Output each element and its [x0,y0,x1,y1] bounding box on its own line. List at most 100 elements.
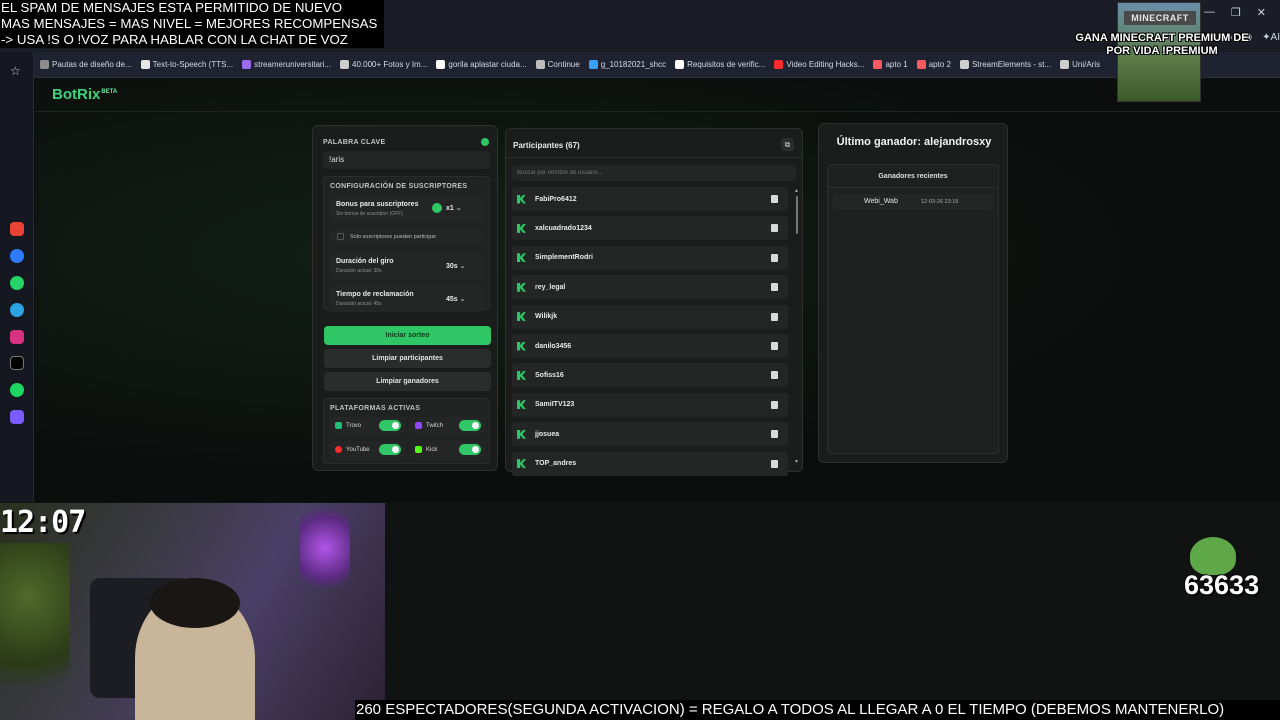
trash-icon[interactable] [771,283,778,292]
stream-clock: 12:07 [0,505,86,540]
recent-winners-section: Ganadores recientes Webi_Wab 12-03-26 23… [827,164,999,454]
scroll-down-icon[interactable]: ▾ [795,458,798,465]
bonus-select[interactable]: x1 ⌄ [446,204,462,212]
window-controls: — ❐ ✕ [1204,6,1266,19]
platform-name: YouTube [346,446,370,453]
instagram-icon[interactable] [10,330,24,344]
kick-icon [517,194,526,204]
messenger-icon[interactable] [10,249,24,263]
bookmark-item[interactable]: StreamElements - st... [959,60,1051,69]
recent-winners-label: Ganadores recientes [878,173,948,180]
winner-panel: Último ganador: alejandrosxy Ganadores r… [818,123,1008,463]
trash-icon[interactable] [771,400,778,409]
x-icon[interactable] [10,356,24,370]
kick-icon [517,341,526,351]
participant-row: jjosuea [512,422,788,447]
trash-icon[interactable] [771,195,778,203]
participant-name: SimplementRodri [535,254,593,262]
bookmark-item[interactable]: Video Editing Hacks... [774,60,864,69]
bookmark-icon [675,60,685,69]
bookmark-item[interactable]: Text-to-Speech (TTS... [140,60,234,69]
last-winner-title: Último ganador: alejandrosxy [836,136,992,148]
brand-logo[interactable]: BotRixBETA [52,86,117,103]
spotify-icon[interactable] [10,383,24,397]
clear-winners-button[interactable]: Limpiar ganadores [324,372,491,391]
twitch-toggle[interactable] [459,420,481,431]
trash-icon[interactable] [771,342,778,350]
bookmark-label: Text-to-Speech (TTS... [152,60,234,69]
participant-row: rey_legal [512,275,788,300]
subs-only-checkbox[interactable] [337,233,344,240]
kick-toggle[interactable] [459,444,481,455]
youtube-toggle[interactable] [379,444,401,455]
telegram-icon[interactable] [10,303,24,317]
participant-search-input[interactable] [512,165,796,181]
bookmark-icon [242,60,252,69]
bookmark-item[interactable]: Pautas de diseño de... [40,60,132,69]
copy-icon[interactable]: ⧉ [781,138,794,151]
scrollbar[interactable]: ▴ ▾ [795,187,799,465]
bookmark-icon [588,60,598,69]
close-icon[interactable]: ✕ [1257,6,1266,19]
bookmark-icon [535,60,545,69]
subs-only-label: Solo suscriptores pueden participar [350,234,437,240]
chevron-down-icon: ⌄ [455,205,462,212]
participants-title: Participantes (67) [513,141,580,150]
minimize-icon[interactable]: — [1204,6,1215,19]
keyword-input[interactable]: !aris [323,151,490,169]
bookmark-item[interactable]: 40.000+ Fotos y Im... [340,60,427,69]
spin-select[interactable]: 30s ⌄ [446,262,466,270]
brand-name: BotRix [52,86,101,103]
scrollbar-thumb[interactable] [796,196,798,234]
trovo-toggle[interactable] [379,420,401,431]
trash-icon[interactable] [771,312,778,321]
bookmark-item[interactable]: gorila aplastar ciuda... [436,60,527,69]
info-icon[interactable] [481,138,489,146]
star-icon[interactable]: ☆ [10,64,24,78]
counter-number: 63633 [1184,570,1260,600]
twitch-icon [415,422,422,429]
bookmark-item[interactable]: streameruniversitari... [242,60,331,69]
whatsapp-icon[interactable] [10,276,24,290]
clear-participants-button[interactable]: Limpiar participantes [324,349,491,368]
restore-icon[interactable]: ❐ [1231,6,1241,19]
kick-icon [517,223,526,233]
subs-only-row[interactable]: Solo suscriptores pueden participar [330,229,484,245]
bonus-subtitle: Sin bonus de suscriptor (OFF) [336,211,403,217]
bookmark-label: Continue [547,60,580,69]
player-icon[interactable] [10,410,24,424]
bookmark-item[interactable]: Uni/Aris [1060,60,1100,69]
bookmark-item[interactable]: apto 2 [916,60,951,69]
start-raffle-button[interactable]: Iniciar sorteo [324,326,491,345]
gmail-icon[interactable] [10,222,24,236]
participant-row: danilo3456 [512,334,788,358]
bookmark-icon [340,60,350,69]
trash-icon[interactable] [771,224,778,233]
chevron-down-icon: ⌄ [459,263,466,270]
trash-icon[interactable] [771,371,778,380]
participant-name: rey_legal [535,283,566,291]
bookmark-item[interactable]: apto 1 [873,60,908,69]
scroll-up-icon[interactable]: ▴ [795,187,798,194]
bookmark-item[interactable]: g_10182021_shcc [588,60,666,69]
platforms-label: PLATAFORMAS ACTIVAS [330,405,421,412]
bonus-info-icon[interactable] [432,203,442,213]
trash-icon[interactable] [771,430,778,439]
bookmark-label: Requisitos de verific... [687,60,766,69]
trash-icon[interactable] [771,253,778,262]
trash-icon[interactable] [771,459,778,468]
kick-icon [517,459,526,469]
keyword-label: PALABRA CLAVE [323,139,386,146]
participant-name: jjosuea [535,430,560,438]
claim-select[interactable]: 45s ⌄ [446,295,466,303]
participant-name: SamiITV123 [535,401,575,409]
kick-icon [415,446,422,453]
ai-button[interactable]: ✦AI [1262,32,1280,43]
bookmark-item[interactable]: Continue [535,60,580,69]
claim-value: 45s [446,296,458,303]
ai-label: AI [1270,32,1280,43]
bookmark-item[interactable]: Requisitos de verific... [675,60,765,69]
bookmark-icon [40,60,49,69]
browser-sidebar: ☆ [0,52,34,502]
kick-icon [517,312,526,322]
